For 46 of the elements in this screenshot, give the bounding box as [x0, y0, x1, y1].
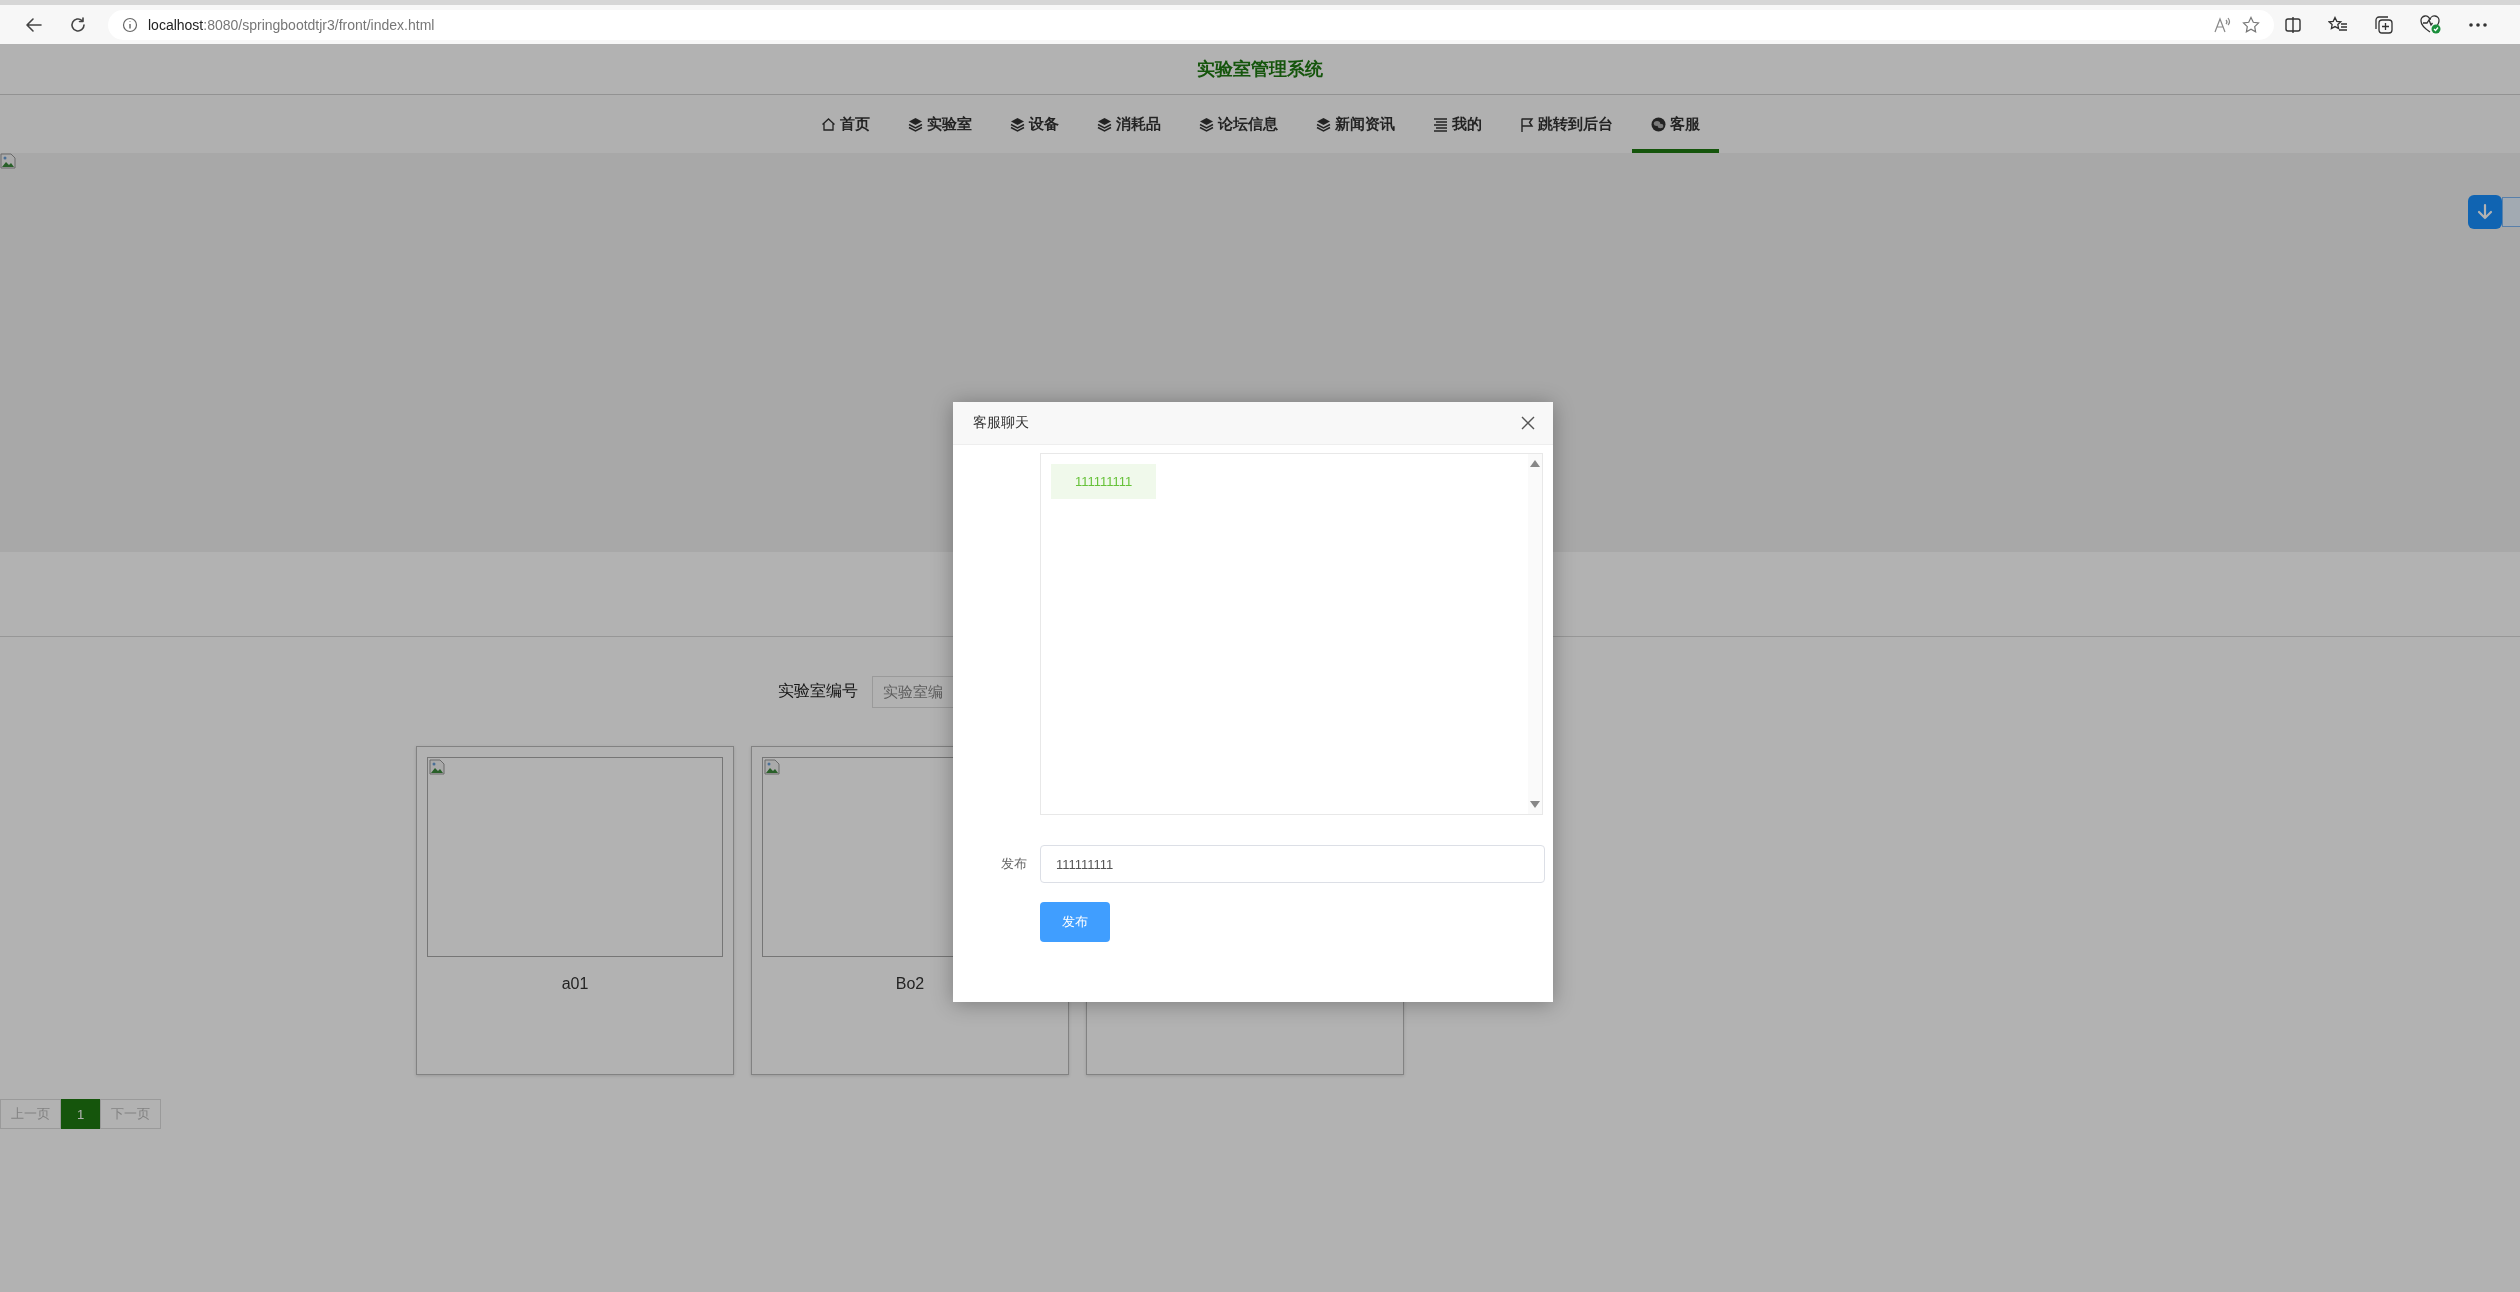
nav-tab[interactable]: 设备 — [990, 95, 1078, 153]
chat-icon — [1650, 116, 1666, 132]
collections-icon[interactable] — [2374, 14, 2394, 35]
nav-tab[interactable]: 跳转到后台 — [1500, 95, 1632, 153]
dialog-title: 客服聊天 — [973, 414, 1029, 432]
layers-icon — [1198, 116, 1214, 132]
chat-message: 111111111 — [1051, 464, 1157, 499]
layers-icon — [907, 116, 923, 132]
site-title: 实验室管理系统 — [1197, 58, 1323, 81]
arrow-down-icon — [2477, 203, 2493, 221]
nav-tab[interactable]: 首页 — [801, 95, 889, 153]
scroll-down-icon[interactable] — [1530, 801, 1540, 808]
page-button[interactable]: 1 — [61, 1099, 101, 1129]
health-icon[interactable] — [2420, 14, 2442, 35]
address-text[interactable]: localhost:8080/springbootdtjr3/front/index.html — [148, 16, 435, 33]
read-aloud-icon[interactable] — [2214, 16, 2232, 33]
home-icon — [820, 116, 836, 132]
broken-image-icon — [764, 759, 780, 775]
layers-icon — [1009, 116, 1025, 132]
reload-icon[interactable] — [69, 15, 87, 34]
lab-card[interactable]: a01 — [416, 746, 734, 1075]
search-label: 实验室编号 — [778, 681, 858, 701]
scroll-up-icon[interactable] — [1530, 460, 1540, 467]
field-label: 发布 — [1000, 855, 1028, 873]
flag-icon — [1519, 116, 1534, 132]
split-screen-icon[interactable] — [2284, 15, 2302, 34]
message-field[interactable]: 111111111 — [1040, 845, 1545, 883]
nav-tab[interactable]: 我的 — [1413, 95, 1501, 153]
back-icon[interactable] — [25, 15, 43, 34]
more-icon[interactable] — [2468, 21, 2488, 28]
arrow-down-button[interactable] — [2468, 195, 2502, 229]
nav-tab[interactable]: 消耗品 — [1077, 95, 1180, 153]
nav-tab[interactable]: 论坛信息 — [1179, 95, 1297, 153]
favorites-icon[interactable] — [2328, 15, 2348, 34]
broken-image-icon — [429, 759, 445, 775]
card-title: a01 — [561, 975, 589, 993]
nav-tab[interactable]: 实验室 — [888, 95, 991, 153]
layers-icon — [1315, 116, 1331, 132]
list-icon — [1432, 116, 1448, 132]
close-icon — [1521, 416, 1535, 430]
card-title: Bo2 — [895, 975, 925, 993]
close-button[interactable] — [1521, 416, 1535, 430]
info-icon[interactable] — [122, 16, 138, 33]
star-icon[interactable] — [2242, 15, 2260, 34]
layers-icon — [1096, 116, 1112, 132]
nav-tab[interactable]: 新闻资讯 — [1296, 95, 1414, 153]
